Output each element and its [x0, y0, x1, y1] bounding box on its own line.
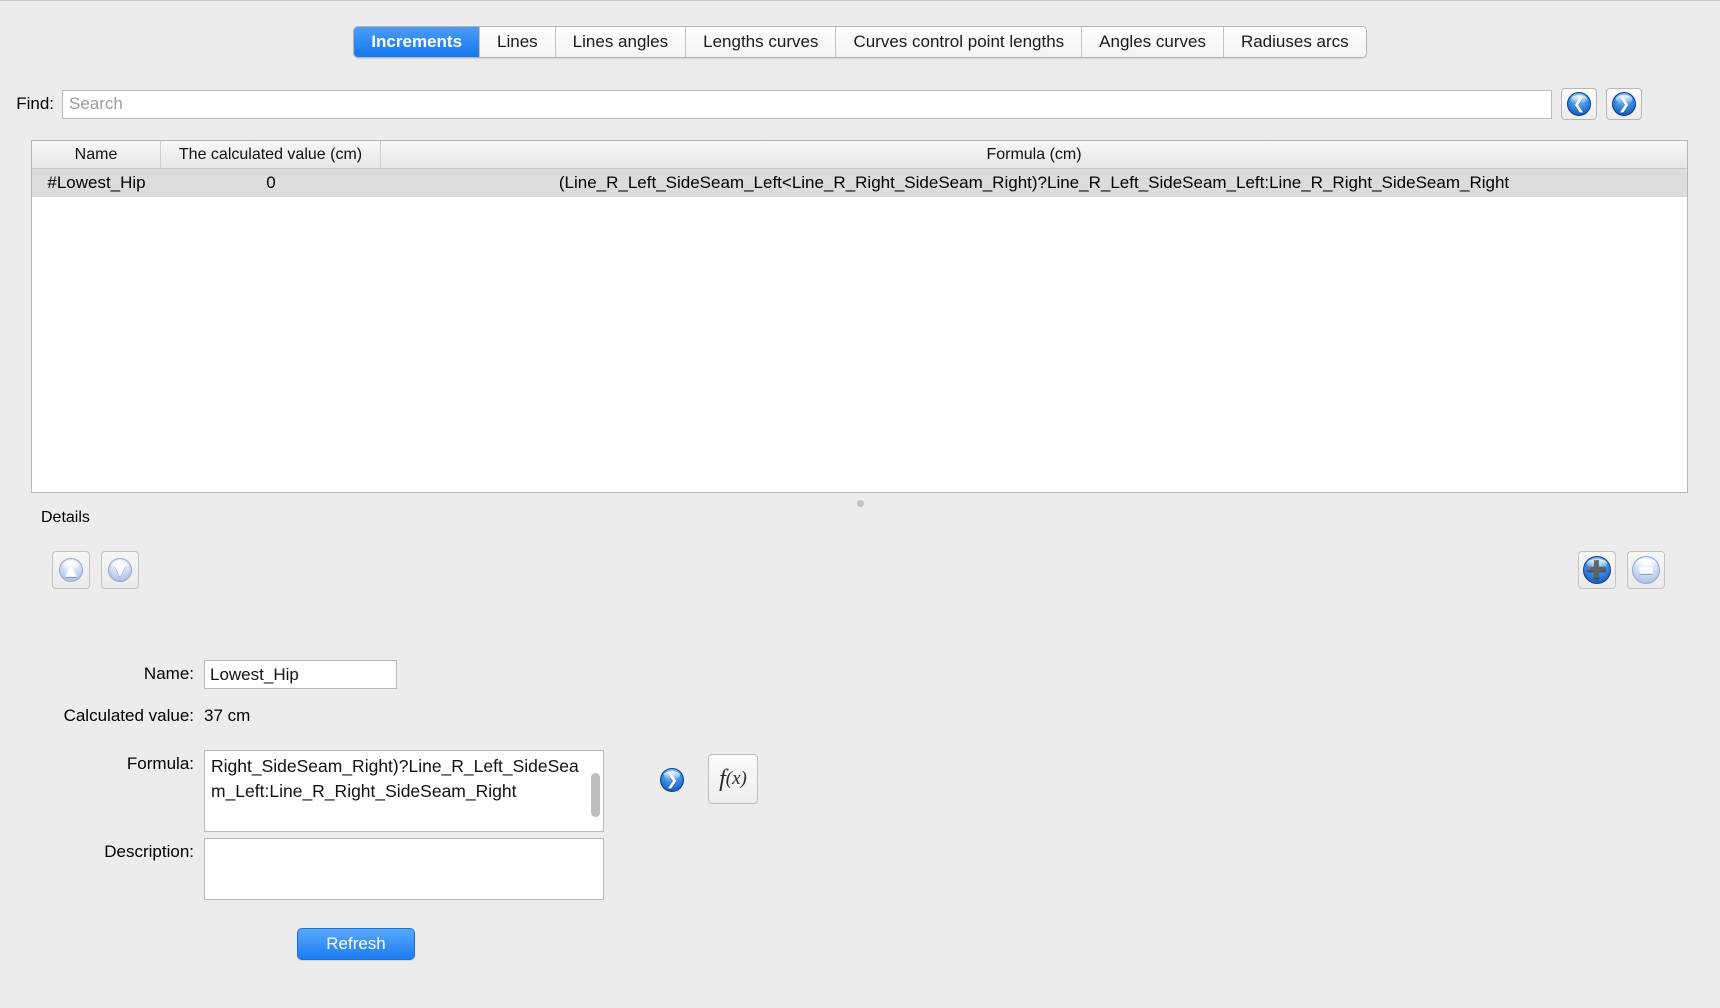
cell-name: #Lowest_Hip — [47, 173, 146, 192]
table-row[interactable]: #Lowest_Hip 0 (Line_R_Left_SideSeam_Left… — [32, 169, 1687, 197]
formula-text: Right_SideSeam_Right)?Line_R_Left_SideSe… — [211, 756, 579, 801]
add-increment-button[interactable]: ➕ — [1578, 551, 1616, 589]
move-down-button[interactable]: ▼ — [101, 551, 139, 589]
column-header-formula[interactable]: Formula (cm) — [381, 141, 1687, 168]
tab-lengths-curves[interactable]: Lengths curves — [686, 27, 837, 57]
formula-scrollbar[interactable] — [590, 753, 601, 831]
cell-formula: (Line_R_Left_SideSeam_Left<Line_R_Right_… — [558, 173, 1510, 192]
arrow-down-icon: ▼ — [108, 558, 132, 582]
name-field-row: Name: — [32, 660, 397, 689]
fx-label-x: (x) — [725, 768, 747, 789]
remove-increment-button[interactable]: ▬ — [1627, 551, 1665, 589]
column-header-calculated-value[interactable]: The calculated value (cm) — [161, 141, 381, 168]
tab-curves-control-point-lengths[interactable]: Curves control point lengths — [836, 27, 1083, 57]
find-next-button[interactable]: ❯ — [1606, 88, 1642, 120]
minus-icon: ▬ — [1632, 556, 1660, 584]
search-input[interactable] — [62, 89, 1552, 119]
tab-group: Increments Lines Lines angles Lengths cu… — [353, 26, 1367, 58]
description-textarea[interactable] — [204, 838, 604, 900]
formula-textarea[interactable]: Right_SideSeam_Right)?Line_R_Left_SideSe… — [204, 750, 604, 832]
cell-calculated-value: 0 — [266, 173, 276, 192]
table-header-row: Name The calculated value (cm) Formula (… — [32, 141, 1687, 169]
tab-angles-curves[interactable]: Angles curves — [1082, 27, 1224, 57]
formula-push-button[interactable]: ❯ — [660, 768, 684, 797]
arrow-up-icon: ▲ — [59, 558, 83, 582]
refresh-button[interactable]: Refresh — [297, 928, 415, 960]
move-up-button[interactable]: ▲ — [52, 551, 90, 589]
calculated-value-text: 37 cm — [204, 706, 251, 725]
formula-wizard-button[interactable]: f (x) — [708, 754, 758, 804]
find-bar: Find: ❮ ❯ — [0, 88, 1720, 120]
formula-label: Formula: — [126, 754, 194, 773]
splitter-handle[interactable] — [0, 500, 1720, 507]
calculated-value-row: Calculated value: 37 cm — [32, 702, 251, 730]
arrow-left-icon: ❮ — [1567, 92, 1591, 116]
name-label: Name: — [143, 664, 194, 683]
arrow-right-icon: ❯ — [660, 768, 684, 792]
arrow-right-icon: ❯ — [1612, 92, 1636, 116]
find-previous-button[interactable]: ❮ — [1561, 88, 1597, 120]
description-field-row: Description: — [32, 838, 604, 900]
tab-bar: Increments Lines Lines angles Lengths cu… — [0, 26, 1720, 58]
formula-field-row: Formula: Right_SideSeam_Right)?Line_R_Le… — [32, 750, 604, 832]
tab-lines[interactable]: Lines — [480, 27, 556, 57]
plus-icon: ➕ — [1583, 556, 1611, 584]
tab-increments[interactable]: Increments — [354, 27, 481, 57]
details-section-title: Details — [41, 509, 90, 526]
window-top-divider — [0, 0, 1720, 1]
fx-label-f: f — [719, 765, 726, 792]
tab-lines-angles[interactable]: Lines angles — [555, 27, 687, 57]
column-header-name[interactable]: Name — [32, 141, 161, 168]
find-label: Find: — [16, 94, 54, 113]
tab-radiuses-arcs[interactable]: Radiuses arcs — [1223, 27, 1366, 57]
calculated-value-label: Calculated value: — [63, 706, 194, 725]
description-label: Description: — [104, 842, 194, 861]
increments-table[interactable]: Name The calculated value (cm) Formula (… — [31, 140, 1688, 493]
name-input[interactable] — [204, 660, 397, 689]
